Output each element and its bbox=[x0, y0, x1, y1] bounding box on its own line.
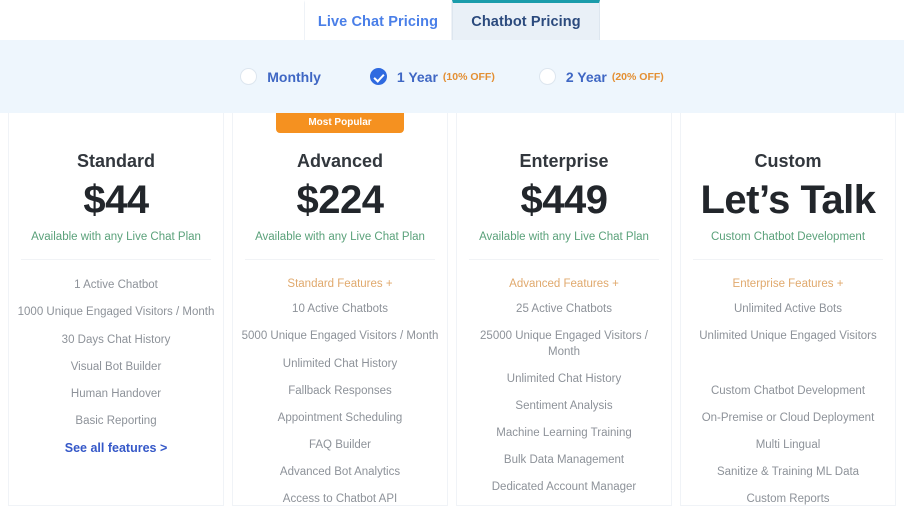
billing-option-2-year-label: 2 Year bbox=[565, 68, 607, 85]
feature-list-custom: Enterprise Features + Unlimited Active B… bbox=[681, 278, 895, 506]
feature-item: Human Handover bbox=[70, 387, 162, 400]
plan-name-standard: Standard bbox=[76, 151, 155, 171]
feature-list-standard: 1 Active Chatbot 1000 Unique Engaged Vis… bbox=[9, 278, 223, 455]
radio-monthly-icon[interactable] bbox=[240, 68, 258, 85]
billing-option-2-year-discount: (20% OFF) bbox=[611, 70, 664, 83]
tab-live-chat-pricing[interactable]: Live Chat Pricing bbox=[304, 0, 452, 40]
feature-item: On-Premise or Cloud Deployment bbox=[701, 411, 875, 424]
feature-list-heading-enterprise: Advanced Features + bbox=[509, 278, 619, 291]
radio-1-year-checked-icon[interactable] bbox=[369, 68, 387, 85]
feature-item: Custom Chatbot Development bbox=[710, 384, 866, 397]
plan-price-enterprise: $449 bbox=[520, 178, 608, 222]
feature-item: Dedicated Account Manager bbox=[491, 481, 637, 494]
see-all-features-link-standard[interactable]: See all features > bbox=[15, 441, 217, 455]
plan-subtitle-enterprise: Available with any Live Chat Plan bbox=[479, 231, 649, 244]
card-divider bbox=[21, 259, 211, 261]
most-popular-badge: Most Popular bbox=[276, 113, 404, 133]
plan-name-advanced: Advanced bbox=[296, 151, 384, 171]
card-divider bbox=[469, 259, 659, 261]
card-divider bbox=[693, 259, 883, 261]
pricing-tabbar: Live Chat Pricing Chatbot Pricing bbox=[0, 0, 904, 40]
feature-item: 10 Active Chatbots bbox=[292, 303, 388, 316]
pricing-card-standard: Standard $44 Available with any Live Cha… bbox=[8, 113, 224, 506]
billing-option-1-year-label: 1 Year bbox=[396, 68, 438, 85]
plan-subtitle-advanced: Available with any Live Chat Plan bbox=[255, 231, 425, 244]
billing-option-1-year[interactable]: 1 Year (10% OFF) bbox=[369, 68, 495, 85]
tab-chatbot-pricing-label: Chatbot Pricing bbox=[471, 13, 581, 30]
radio-2-year-icon[interactable] bbox=[538, 68, 556, 85]
feature-item: 25000 Unique Engaged Visitors / Month bbox=[480, 330, 648, 358]
tab-chatbot-pricing[interactable]: Chatbot Pricing bbox=[452, 0, 600, 40]
feature-item: 1000 Unique Engaged Visitors / Month bbox=[17, 306, 215, 319]
feature-item: 1 Active Chatbot bbox=[74, 279, 158, 292]
plan-price-advanced: $224 bbox=[296, 178, 384, 222]
feature-item: Advanced Bot Analytics bbox=[279, 466, 401, 479]
feature-item: 25 Active Chatbots bbox=[516, 303, 612, 316]
card-divider bbox=[245, 259, 435, 261]
billing-cycle-options: Monthly 1 Year (10% OFF) 2 Year (20% OFF… bbox=[240, 68, 664, 85]
billing-option-1-year-discount: (10% OFF) bbox=[442, 70, 495, 83]
feature-item: Bulk Data Management bbox=[503, 454, 625, 467]
feature-item: Sanitize & Training ML Data bbox=[716, 466, 860, 479]
pricing-card-advanced: Most Popular Advanced $224 Available wit… bbox=[232, 113, 448, 506]
feature-list-heading-advanced: Standard Features + bbox=[287, 278, 393, 291]
pricing-card-enterprise: Enterprise $449 Available with any Live … bbox=[456, 113, 672, 506]
feature-item: Visual Bot Builder bbox=[70, 360, 162, 373]
feature-item: Sentiment Analysis bbox=[515, 399, 613, 412]
feature-item: Fallback Responses bbox=[288, 384, 392, 397]
feature-item: Unlimited Unique Engaged Visitors bbox=[699, 330, 877, 343]
plan-subtitle-custom: Custom Chatbot Development bbox=[710, 231, 866, 244]
feature-item: Custom Reports bbox=[746, 493, 830, 506]
feature-list-heading-custom: Enterprise Features + bbox=[732, 278, 844, 291]
feature-item: 5000 Unique Engaged Visitors / Month bbox=[241, 330, 439, 343]
feature-item: FAQ Builder bbox=[309, 439, 371, 452]
plan-name-enterprise: Enterprise bbox=[519, 151, 609, 171]
feature-item: Multi Lingual bbox=[755, 439, 821, 452]
feature-list-enterprise: Advanced Features + 25 Active Chatbots 2… bbox=[457, 278, 671, 505]
billing-option-monthly[interactable]: Monthly bbox=[240, 68, 326, 85]
feature-item: Machine Learning Training bbox=[496, 427, 632, 440]
feature-item: Unlimited Active Bots bbox=[733, 303, 842, 316]
billing-option-monthly-label: Monthly bbox=[267, 68, 321, 85]
plan-name-custom: Custom bbox=[754, 151, 822, 171]
feature-item: 30 Days Chat History bbox=[61, 333, 171, 346]
plan-price-standard: $44 bbox=[83, 178, 149, 222]
feature-item: Basic Reporting bbox=[75, 415, 157, 428]
billing-cycle-band: Monthly 1 Year (10% OFF) 2 Year (20% OFF… bbox=[0, 40, 904, 113]
tab-live-chat-pricing-label: Live Chat Pricing bbox=[317, 13, 439, 30]
billing-option-2-year[interactable]: 2 Year (20% OFF) bbox=[538, 68, 664, 85]
plan-price-custom: Let’s Talk bbox=[700, 178, 876, 222]
feature-item: Access to Chatbot API bbox=[282, 493, 398, 506]
pricing-card-custom: Custom Let’s Talk Custom Chatbot Develop… bbox=[680, 113, 896, 506]
plan-subtitle-standard: Available with any Live Chat Plan bbox=[31, 231, 201, 244]
pricing-cards: Standard $44 Available with any Live Cha… bbox=[0, 113, 904, 506]
feature-list-advanced: Standard Features + 10 Active Chatbots 5… bbox=[233, 278, 447, 506]
feature-item: Unlimited Chat History bbox=[282, 357, 398, 370]
feature-item: Unlimited Chat History bbox=[506, 372, 622, 385]
feature-item: Appointment Scheduling bbox=[277, 411, 403, 424]
